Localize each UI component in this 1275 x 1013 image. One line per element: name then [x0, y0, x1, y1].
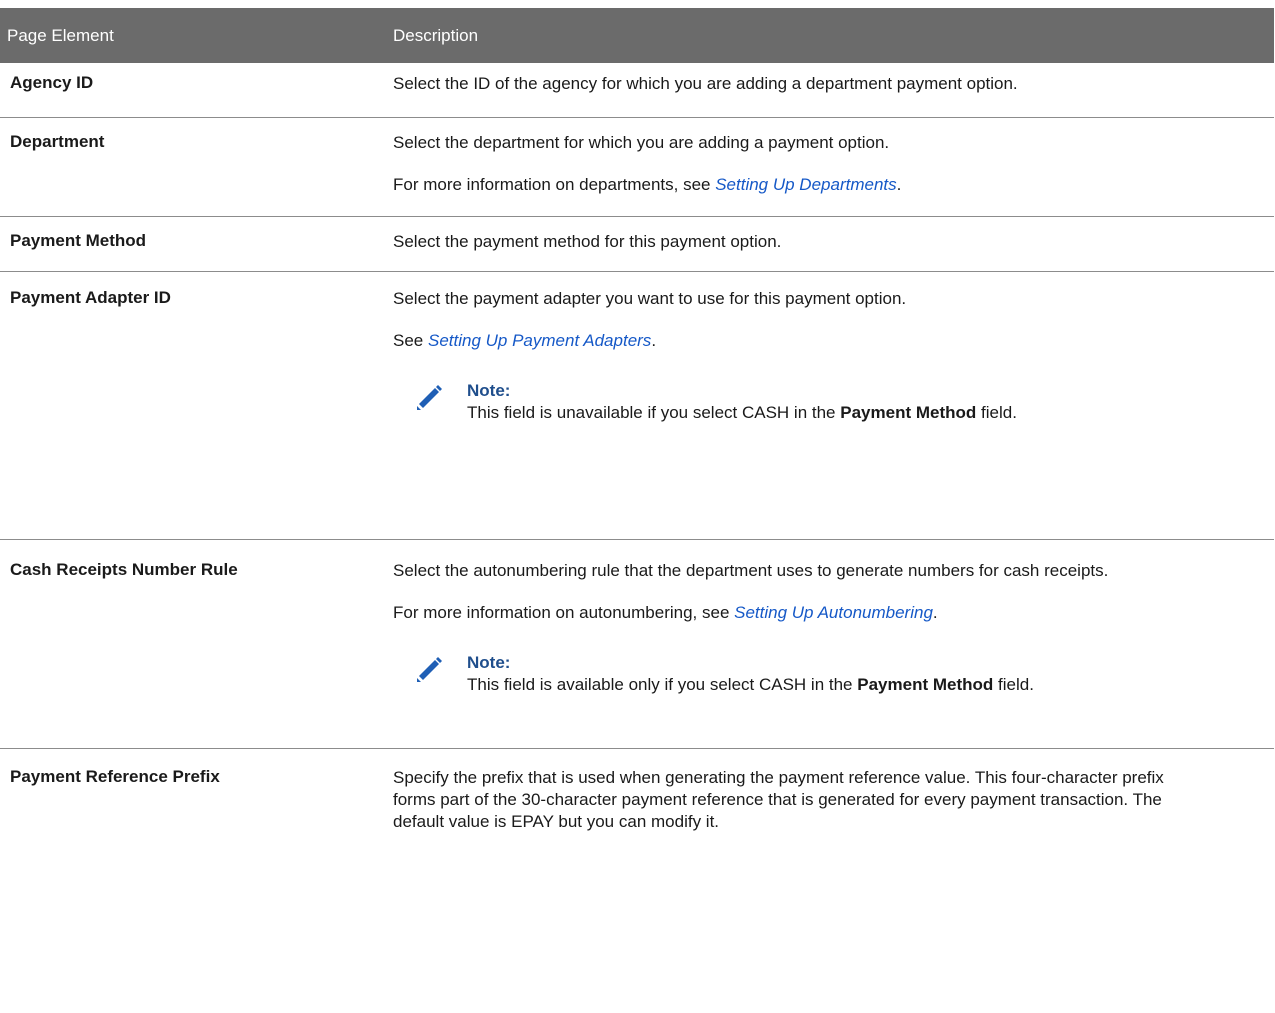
- row-label: Cash Receipts Number Rule: [10, 560, 238, 579]
- table-row: Payment Adapter ID Select the payment ad…: [0, 272, 1274, 540]
- more-suffix: .: [896, 175, 902, 194]
- page-elements-table: Page Element Description Agency ID Selec…: [0, 8, 1274, 869]
- description-text: Select the department for which you are …: [393, 133, 890, 152]
- more-text: For more information on autonumbering, s…: [393, 603, 735, 622]
- table-row: Payment Reference Prefix Specify the pre…: [0, 749, 1274, 869]
- description-text: Select the ID of the agency for which yo…: [393, 74, 1018, 93]
- table-row: Agency ID Select the ID of the agency fo…: [0, 63, 1274, 118]
- row-label: Department: [10, 132, 105, 151]
- note-text-end: field.: [993, 675, 1034, 694]
- row-label: Payment Method: [10, 231, 147, 250]
- table-row: Cash Receipts Number Rule Select the aut…: [0, 540, 1274, 749]
- description-text: Select the payment adapter you want to u…: [393, 289, 907, 308]
- description-text: Specify the prefix that is used when gen…: [393, 768, 1164, 831]
- link-setting-up-departments[interactable]: Setting Up Departments: [715, 175, 896, 194]
- note-title: Note:: [467, 653, 511, 672]
- link-setting-up-autonumbering[interactable]: Setting Up Autonumbering: [734, 603, 933, 622]
- row-label: Payment Adapter ID: [10, 288, 171, 307]
- description-more: For more information on departments, see…: [393, 174, 1203, 196]
- row-description: Specify the prefix that is used when gen…: [393, 767, 1203, 833]
- pencil-icon: [417, 657, 442, 682]
- more-suffix: .: [651, 331, 657, 350]
- note-text: This field is unavailable if you select …: [467, 402, 1203, 424]
- more-suffix: .: [932, 603, 938, 622]
- note-text-end: field.: [976, 403, 1017, 422]
- table-header: Page Element Description: [0, 8, 1274, 63]
- note-title: Note:: [467, 381, 511, 400]
- link-setting-up-payment-adapters[interactable]: Setting Up Payment Adapters: [428, 331, 651, 350]
- pencil-icon: [417, 385, 442, 410]
- row-label: Payment Reference Prefix: [10, 767, 220, 786]
- note-box: Note: This field is available only if yo…: [411, 652, 1203, 696]
- row-description: Select the payment method for this payme…: [393, 231, 1203, 253]
- note-text: This field is available only if you sele…: [467, 674, 1203, 696]
- more-text: See: [393, 331, 428, 350]
- row-description: Select the ID of the agency for which yo…: [393, 73, 1203, 95]
- description-more: For more information on autonumbering, s…: [393, 602, 1203, 624]
- description-text: Select the autonumbering rule that the d…: [393, 561, 1109, 580]
- note-text-start: This field is unavailable if you select …: [467, 403, 841, 422]
- row-label: Agency ID: [10, 73, 94, 92]
- row-description: Select the department for which you are …: [393, 132, 1203, 196]
- description-more: See Setting Up Payment Adapters.: [393, 330, 1203, 352]
- note-box: Note: This field is unavailable if you s…: [411, 380, 1203, 424]
- note-field-name: Payment Method: [840, 403, 977, 422]
- note-text-start: This field is available only if you sele…: [467, 675, 858, 694]
- description-text: Select the payment method for this payme…: [393, 232, 782, 251]
- row-description: Select the autonumbering rule that the d…: [393, 560, 1203, 696]
- note-field-name: Payment Method: [857, 675, 994, 694]
- header-page-element: Page Element: [7, 25, 114, 45]
- table-row: Payment Method Select the payment method…: [0, 217, 1274, 272]
- more-text: For more information on departments, see: [393, 175, 716, 194]
- table-row: Department Select the department for whi…: [0, 118, 1274, 217]
- header-description: Description: [393, 25, 479, 45]
- row-description: Select the payment adapter you want to u…: [393, 288, 1203, 424]
